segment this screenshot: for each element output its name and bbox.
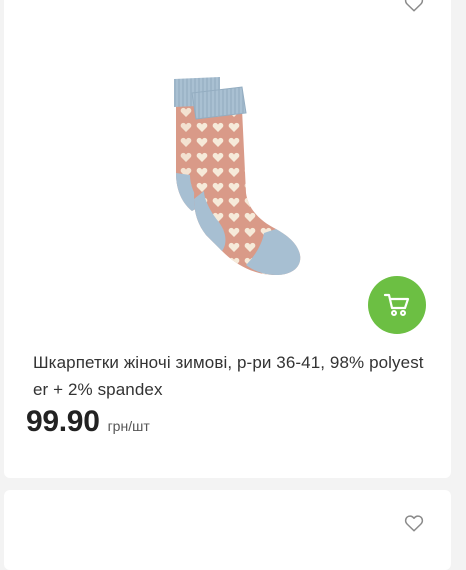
add-to-cart-button[interactable] <box>368 276 426 334</box>
sock-front <box>191 86 301 275</box>
heart-icon <box>404 515 424 532</box>
wishlist-button[interactable] <box>403 0 425 13</box>
socks-illustration <box>174 77 301 275</box>
cart-icon <box>383 293 410 316</box>
product-card[interactable]: Шкарпетки жіночі зимові, р-ри 36-41, 98%… <box>4 0 451 478</box>
wishlist-button[interactable] <box>403 513 425 533</box>
product-card-next[interactable] <box>4 490 451 570</box>
product-image[interactable] <box>114 75 349 290</box>
product-price: 99.90 <box>26 405 100 438</box>
price-unit: грн/шт <box>107 418 150 434</box>
product-title[interactable]: Шкарпетки жіночі зимові, р-ри 36-41, 98%… <box>33 349 428 403</box>
price-row: 99.90 грн/шт <box>26 405 150 439</box>
heart-icon <box>404 0 424 12</box>
